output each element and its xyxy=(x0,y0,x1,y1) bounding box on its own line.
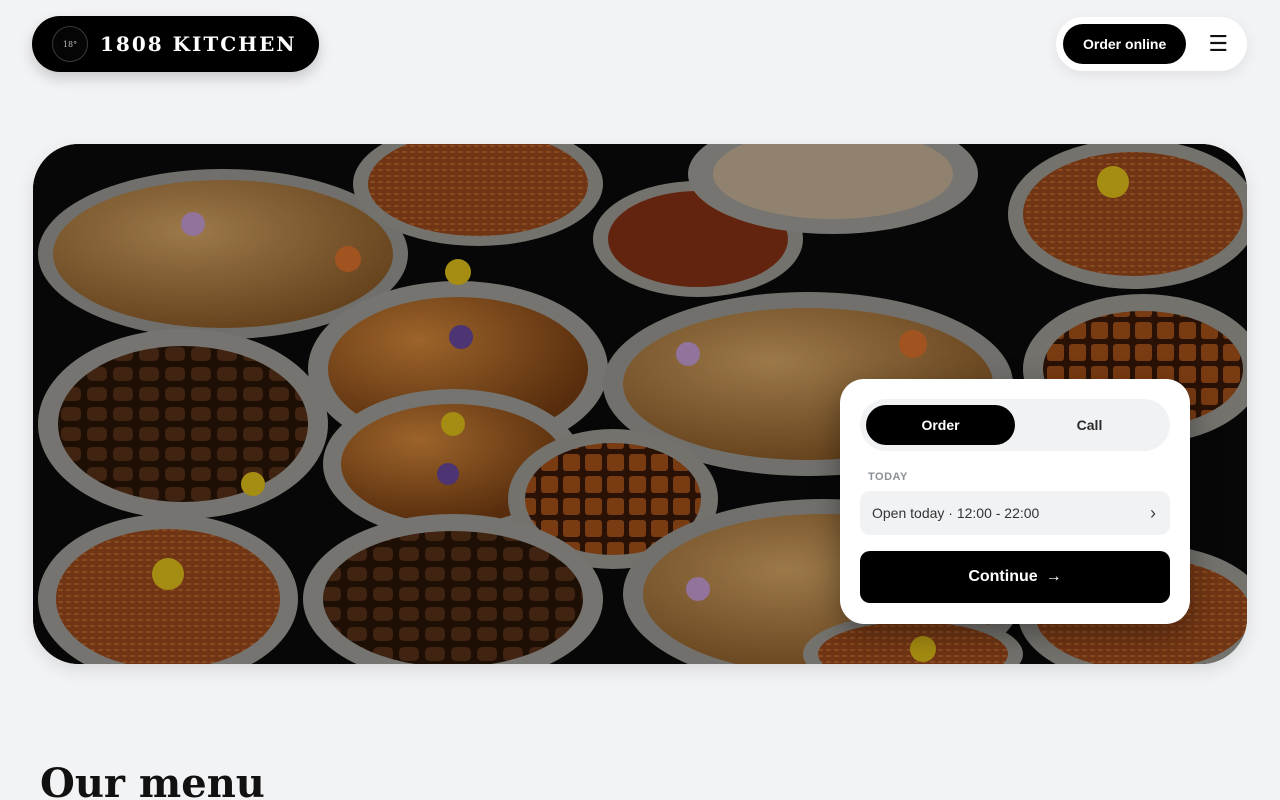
tab-call[interactable]: Call xyxy=(1015,405,1164,445)
hamburger-icon[interactable]: ☰ xyxy=(1202,28,1234,60)
arrow-right-icon: → xyxy=(1045,568,1062,585)
brand-home-link[interactable]: 18° 1808 KITCHEN xyxy=(32,16,319,72)
order-mode-tabs: Order Call xyxy=(860,399,1170,451)
continue-label: Continue xyxy=(968,568,1038,585)
brand-name: 1808 KITCHEN xyxy=(100,32,297,56)
order-online-button[interactable]: Order online xyxy=(1063,24,1187,64)
chevron-right-icon: › xyxy=(1150,502,1156,523)
menu-section-heading: Our menu xyxy=(40,760,265,800)
order-card: Order Call TODAY Open today · 12:00 - 22… xyxy=(840,379,1190,624)
opening-hours-text: Open today · 12:00 - 22:00 xyxy=(872,505,1040,521)
continue-button[interactable]: Continue → xyxy=(860,551,1170,603)
header-nav: Order online ☰ xyxy=(1056,17,1247,71)
tab-order[interactable]: Order xyxy=(866,405,1015,445)
opening-hours-selector[interactable]: Open today · 12:00 - 22:00 › xyxy=(860,491,1170,535)
logo-icon: 18° xyxy=(52,26,88,62)
today-label: TODAY xyxy=(868,471,908,483)
